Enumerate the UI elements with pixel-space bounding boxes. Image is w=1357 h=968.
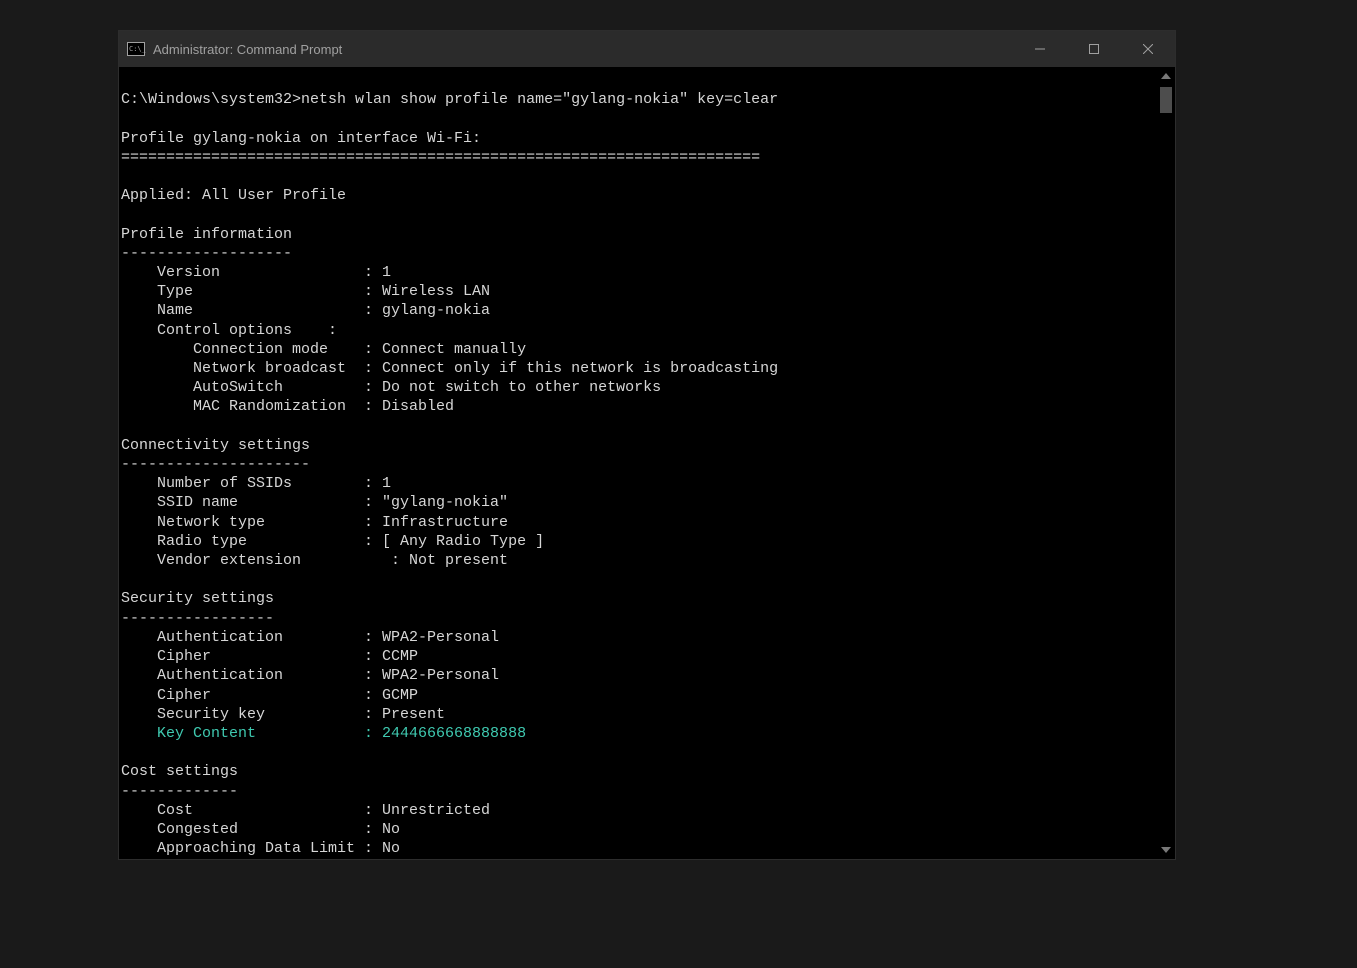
window-title: Administrator: Command Prompt (153, 42, 1013, 57)
scroll-down-button[interactable] (1157, 841, 1175, 859)
maximize-button[interactable] (1067, 31, 1121, 67)
scroll-thumb[interactable] (1160, 87, 1172, 113)
command-prompt-window: Administrator: Command Prompt C:\Windows… (118, 30, 1176, 860)
scroll-up-button[interactable] (1157, 67, 1175, 85)
close-button[interactable] (1121, 31, 1175, 67)
window-controls (1013, 31, 1175, 67)
scrollbar[interactable] (1157, 67, 1175, 859)
titlebar[interactable]: Administrator: Command Prompt (119, 31, 1175, 67)
terminal-body: C:\Windows\system32>netsh wlan show prof… (119, 67, 1175, 859)
terminal-output[interactable]: C:\Windows\system32>netsh wlan show prof… (119, 67, 1157, 859)
cmd-icon (127, 42, 145, 56)
minimize-button[interactable] (1013, 31, 1067, 67)
